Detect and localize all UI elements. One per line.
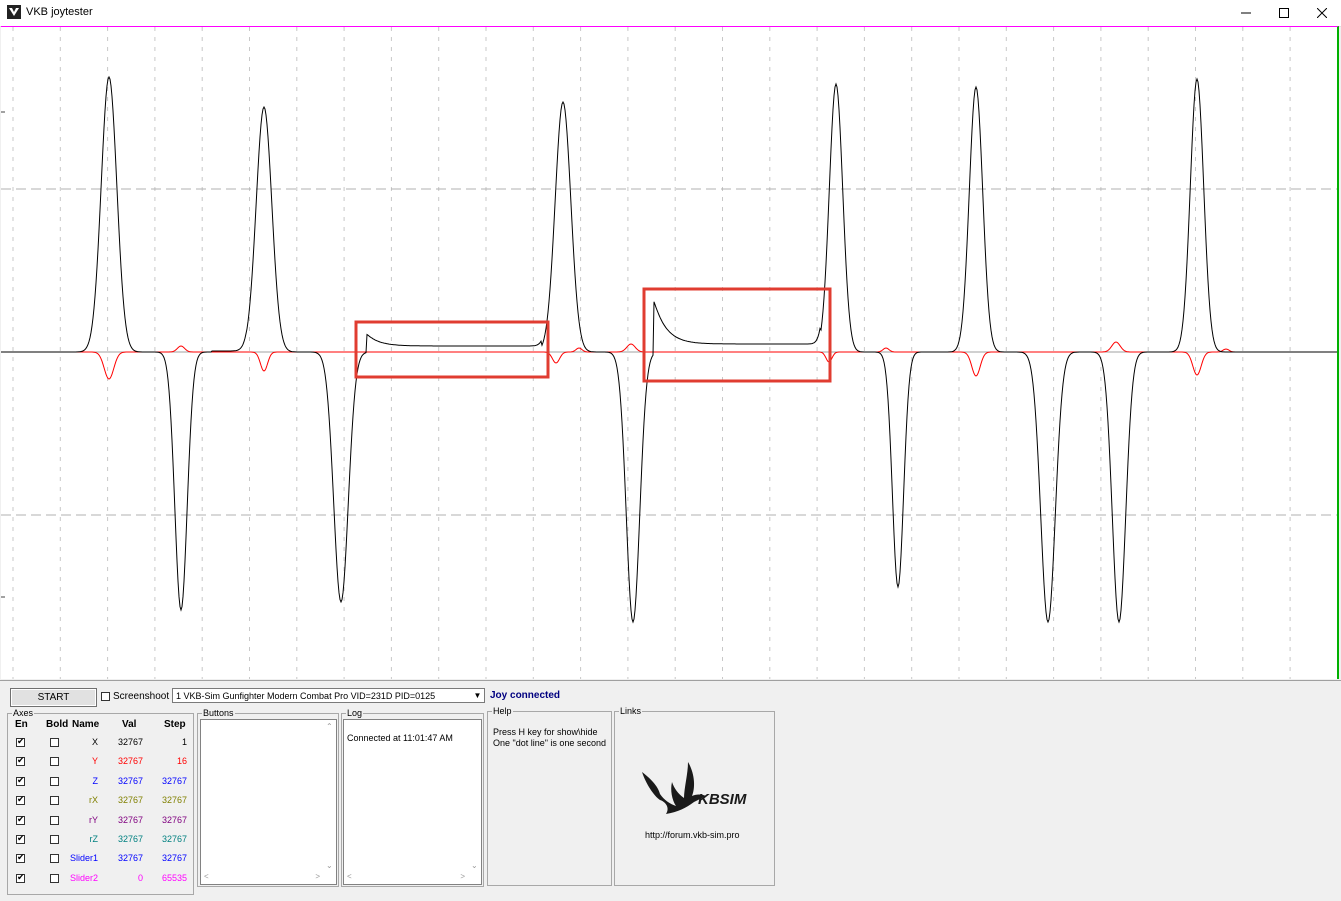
device-select-value: 1 VKB-Sim Gunfighter Modern Combat Pro V… <box>176 691 436 701</box>
bold-checkbox[interactable] <box>50 796 59 806</box>
enable-checkbox[interactable] <box>16 815 25 825</box>
help-line-2: One "dot line" is one second <box>493 738 606 748</box>
close-icon <box>1317 8 1327 18</box>
maximize-icon <box>1279 8 1289 18</box>
bold-checkbox[interactable] <box>50 835 59 844</box>
window-title: VKB joytester <box>26 6 93 18</box>
axis-name: rY <box>89 814 98 825</box>
header-step: Step <box>164 719 186 730</box>
axis-step: 65535 <box>161 872 187 883</box>
header-bold: Bold <box>46 719 69 730</box>
logo-brand: KBSIM <box>698 791 747 808</box>
log-vscrollbar[interactable]: ⌄ <box>469 720 481 872</box>
scroll-down-icon[interactable]: ⌄ <box>471 861 478 870</box>
start-button[interactable]: START <box>10 688 97 707</box>
axis-step: 32767 <box>161 853 187 864</box>
axis-name: Slider2 <box>69 872 98 883</box>
bold-checkbox[interactable] <box>50 873 59 883</box>
app-logo-icon <box>7 5 21 19</box>
axis-name: Slider1 <box>69 853 98 864</box>
title-bar: VKB joytester <box>0 0 1341 27</box>
enable-checkbox[interactable] <box>16 757 25 767</box>
bold-checkbox[interactable] <box>50 854 59 864</box>
axes-title: Axes <box>12 708 35 718</box>
plot-canvas <box>1 27 1337 679</box>
log-title: Log <box>346 708 364 718</box>
enable-checkbox[interactable] <box>16 776 25 786</box>
axis-step: 32767 <box>161 834 187 844</box>
bold-checkbox[interactable] <box>50 757 59 767</box>
scroll-left-icon[interactable]: < <box>347 872 352 881</box>
connection-status: Joy connected <box>490 690 561 701</box>
axis-value: 32767 <box>117 853 143 864</box>
help-title: Help <box>492 706 513 716</box>
scroll-right-icon[interactable]: > <box>315 872 320 881</box>
axis-name: rX <box>89 795 98 806</box>
axis-value: 0 <box>137 872 143 883</box>
minimize-icon <box>1241 12 1251 14</box>
bold-checkbox[interactable] <box>50 776 59 786</box>
axis-value: 32767 <box>117 737 143 747</box>
maximize-button[interactable] <box>1265 0 1303 26</box>
log-entry: Connected at 11:01:47 AM <box>347 733 453 743</box>
axis-step: 32767 <box>161 775 187 786</box>
enable-checkbox[interactable] <box>16 796 25 806</box>
help-line-1: Press H key for show\hide <box>493 727 598 737</box>
x-axis-trace <box>1 75 1337 624</box>
axis-step: 1 <box>181 737 187 747</box>
scroll-left-icon[interactable]: < <box>204 872 209 881</box>
screenshot-checkbox[interactable] <box>101 692 110 701</box>
time-gridlines <box>12 27 1291 679</box>
axis-name: Y <box>91 756 98 767</box>
bold-checkbox[interactable] <box>50 738 59 747</box>
close-button[interactable] <box>1303 0 1341 26</box>
buttons-list[interactable]: ⌃ ⌄ < > <box>200 719 337 885</box>
enable-checkbox[interactable] <box>16 738 25 747</box>
buttons-title: Buttons <box>202 708 235 718</box>
signal-plot <box>1 26 1339 679</box>
header-en: En <box>15 719 28 730</box>
axis-name: X <box>91 737 98 747</box>
axis-step: 32767 <box>161 814 187 825</box>
enable-checkbox[interactable] <box>16 873 25 883</box>
enable-checkbox[interactable] <box>16 835 25 844</box>
axis-value: 32767 <box>117 795 143 806</box>
device-select[interactable]: 1 VKB-Sim Gunfighter Modern Combat Pro V… <box>172 688 485 703</box>
axis-value: 32767 <box>117 756 143 767</box>
log-hscrollbar[interactable]: < > <box>344 872 481 884</box>
buttons-vscrollbar[interactable]: ⌃ ⌄ <box>324 720 336 872</box>
header-val: Val <box>122 719 137 730</box>
buttons-hscrollbar[interactable]: < > <box>201 872 336 884</box>
scroll-down-icon[interactable]: ⌄ <box>326 861 333 870</box>
scroll-up-icon[interactable]: ⌃ <box>326 722 333 731</box>
highlight-box-2 <box>642 287 832 383</box>
highlight-box-1 <box>354 320 550 379</box>
axis-value: 32767 <box>117 775 143 786</box>
axis-name: rZ <box>89 834 99 844</box>
axis-step: 32767 <box>161 795 187 806</box>
links-title: Links <box>619 706 643 716</box>
chevron-down-icon[interactable]: ▼ <box>471 689 484 702</box>
screenshot-label: Screenshoot <box>113 691 170 702</box>
forum-link[interactable]: http://forum.vkb-sim.pro <box>645 830 740 840</box>
axis-value: 32767 <box>117 834 143 844</box>
axis-value: 32767 <box>117 814 143 825</box>
axis-step: 16 <box>176 756 187 767</box>
vkbsim-logo-icon: KBSIM <box>642 762 747 814</box>
minimize-button[interactable] <box>1227 0 1265 26</box>
axis-name: Z <box>92 775 99 786</box>
y-axis-trace <box>1 341 1236 380</box>
scroll-right-icon[interactable]: > <box>460 872 465 881</box>
enable-checkbox[interactable] <box>16 854 25 864</box>
bold-checkbox[interactable] <box>50 815 59 825</box>
header-name: Name <box>72 719 100 730</box>
log-list[interactable]: Connected at 11:01:47 AM ⌄ < > <box>343 719 482 885</box>
